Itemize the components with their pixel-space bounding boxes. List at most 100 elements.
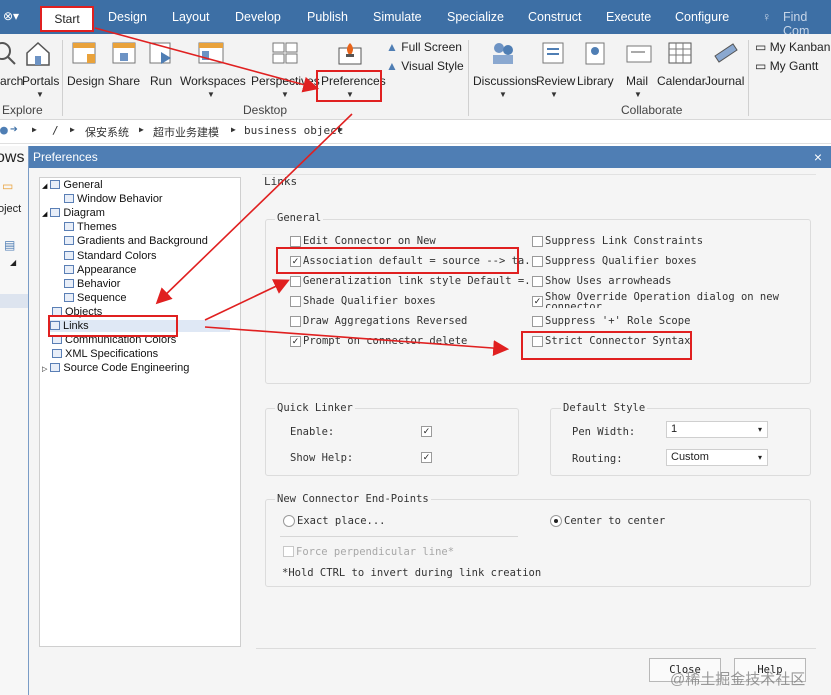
tree-item-label: General bbox=[63, 179, 103, 191]
tab-execute[interactable]: Execute bbox=[606, 10, 651, 24]
option-label: Strict Connector Syntax bbox=[545, 335, 691, 347]
highlight-links-tree-item bbox=[48, 315, 178, 337]
tab-publish[interactable]: Publish bbox=[307, 10, 348, 24]
tree-item-behavior[interactable]: Behavior bbox=[64, 278, 120, 290]
expand-icon[interactable]: ◢ bbox=[42, 211, 47, 218]
tab-layout[interactable]: Layout bbox=[172, 10, 210, 24]
routing-select[interactable]: Custom ▾ bbox=[666, 449, 768, 466]
expand-icon[interactable]: ◢ bbox=[42, 183, 47, 190]
browser-panel-fragment: ows ▭ oject ▤ ◢ bbox=[0, 146, 28, 695]
option-checkbox-show-override-operation-dialog-on-new-connector[interactable]: ✓ bbox=[532, 296, 543, 307]
page-icon bbox=[64, 264, 74, 274]
calendar-button[interactable]: Calendar bbox=[657, 74, 706, 88]
page-icon bbox=[64, 278, 74, 288]
chevron-down-icon: ▼ bbox=[207, 90, 215, 99]
library-button[interactable]: Library bbox=[577, 74, 614, 88]
expand-icon[interactable]: ▷ bbox=[42, 366, 47, 373]
option-checkbox-generalization-link-style-default[interactable] bbox=[290, 276, 301, 287]
tab-configure[interactable]: Configure bbox=[675, 10, 729, 24]
general-group-title: General bbox=[275, 212, 324, 224]
pen-width-select[interactable]: 1 ▾ bbox=[666, 421, 768, 438]
enable-checkbox[interactable]: ✓ bbox=[421, 426, 432, 437]
breadcrumb-root[interactable]: / bbox=[52, 124, 59, 137]
option-checkbox-suppress-qualifier-boxes[interactable] bbox=[532, 256, 543, 267]
option-checkbox-shade-qualifier-boxes[interactable] bbox=[290, 296, 301, 307]
search-button[interactable]: arch bbox=[0, 74, 23, 88]
option-checkbox-show-uses-arrowheads[interactable] bbox=[532, 276, 543, 287]
full-screen-button[interactable]: ▲ Full Screen bbox=[386, 40, 462, 54]
review-button[interactable]: Review bbox=[536, 74, 575, 88]
close-icon[interactable]: × bbox=[814, 146, 822, 168]
option-checkbox-association-default-source-ta[interactable]: ✓ bbox=[290, 256, 301, 267]
my-gantt-button[interactable]: ▭ My Gantt bbox=[755, 59, 818, 73]
tree-item-standard-colors[interactable]: Standard Colors bbox=[64, 250, 157, 262]
pen-width-value: 1 bbox=[671, 423, 678, 435]
tab-start[interactable]: Start bbox=[40, 6, 94, 32]
visual-style-label: Visual Style bbox=[401, 59, 464, 73]
tree-item-label: Source Code Engineering bbox=[63, 362, 190, 375]
tab-fragment[interactable]: oject bbox=[0, 203, 21, 215]
show-help-checkbox[interactable]: ✓ bbox=[421, 452, 432, 463]
tree-item-label: Gradients and Background bbox=[77, 235, 208, 248]
share-icon bbox=[112, 42, 136, 64]
breadcrumb-item[interactable]: 保安系统 bbox=[85, 124, 129, 140]
package-icon: ▤ bbox=[4, 238, 16, 252]
tab-design[interactable]: Design bbox=[108, 10, 147, 24]
dialog-title-bar: Preferences × bbox=[29, 146, 831, 168]
chevron-right-icon: ▶ bbox=[70, 125, 75, 134]
visual-style-button[interactable]: ▲ Visual Style bbox=[386, 59, 464, 73]
option-label: Prompt on connector delete bbox=[303, 335, 468, 347]
exact-place-radio[interactable] bbox=[283, 515, 295, 527]
center-to-center-radio[interactable] bbox=[550, 515, 562, 527]
portals-button[interactable]: Portals bbox=[22, 74, 59, 88]
tree-item-xml-specifications[interactable]: XML Specifications bbox=[52, 348, 158, 360]
tree-item-window-behavior[interactable]: Window Behavior bbox=[64, 193, 163, 205]
journal-button[interactable]: Journal bbox=[705, 74, 744, 88]
app-menu-icon[interactable]: ⊗▾ bbox=[3, 9, 19, 23]
option-checkbox-strict-connector-syntax[interactable] bbox=[532, 336, 543, 347]
nav-go-icon[interactable]: ➔ bbox=[10, 122, 18, 137]
breadcrumb-item[interactable]: business object bbox=[244, 124, 343, 137]
mail-button[interactable]: Mail bbox=[626, 74, 648, 88]
workspaces-button[interactable]: Workspaces bbox=[180, 74, 246, 88]
tree-item-gradients-and-background[interactable]: Gradients and Background bbox=[64, 235, 208, 247]
chevron-down-icon: ▼ bbox=[499, 90, 507, 99]
my-kanban-button[interactable]: ▭ My Kanban bbox=[755, 40, 830, 54]
expand-icon[interactable]: ◢ bbox=[10, 258, 16, 267]
tree-item-diagram[interactable]: ◢ Diagram bbox=[42, 207, 105, 219]
folder-icon: ▭ bbox=[2, 179, 14, 193]
tab-develop[interactable]: Develop bbox=[235, 10, 281, 24]
divider bbox=[280, 536, 518, 537]
nav-forward-icon[interactable]: ● bbox=[0, 123, 8, 138]
option-checkbox-suppress-role-scope[interactable] bbox=[532, 316, 543, 327]
tree-item-source-code-engineering[interactable]: ▷ Source Code Engineering bbox=[42, 362, 189, 374]
selected-row bbox=[0, 294, 28, 308]
tree-item-appearance[interactable]: Appearance bbox=[64, 264, 136, 276]
option-checkbox-edit-connector-on-new[interactable] bbox=[290, 236, 301, 247]
force-perpendicular-checkbox[interactable] bbox=[283, 546, 294, 557]
tree-item-sequence[interactable]: Sequence bbox=[64, 292, 127, 304]
run-button[interactable]: Run bbox=[150, 74, 172, 88]
full-screen-label: Full Screen bbox=[401, 40, 462, 54]
panel-title-fragment: ows bbox=[0, 149, 25, 166]
perspectives-icon bbox=[272, 42, 298, 64]
share-button[interactable]: Share bbox=[108, 74, 140, 88]
option-checkbox-suppress-link-constraints[interactable] bbox=[532, 236, 543, 247]
my-gantt-label: My Gantt bbox=[769, 59, 819, 73]
design-button[interactable]: Design bbox=[67, 74, 104, 88]
tree-item-themes[interactable]: Themes bbox=[64, 221, 117, 233]
option-label: Suppress Qualifier boxes bbox=[545, 255, 697, 267]
default-style-title: Default Style bbox=[561, 402, 648, 414]
discussions-icon bbox=[493, 43, 513, 64]
discussions-button[interactable]: Discussions bbox=[473, 74, 537, 88]
tab-specialize[interactable]: Specialize bbox=[447, 10, 504, 24]
breadcrumb-item[interactable]: 超市业务建模 bbox=[153, 124, 219, 140]
option-checkbox-draw-aggregations-reversed[interactable] bbox=[290, 316, 301, 327]
tab-construct[interactable]: Construct bbox=[528, 10, 582, 24]
perspectives-button[interactable]: Perspectives bbox=[251, 74, 320, 88]
tree-item-general[interactable]: ◢ General bbox=[42, 179, 103, 191]
tab-simulate[interactable]: Simulate bbox=[373, 10, 422, 24]
option-checkbox-prompt-on-connector-delete[interactable]: ✓ bbox=[290, 336, 301, 347]
chevron-down-icon: ▾ bbox=[757, 453, 762, 462]
pen-width-label: Pen Width: bbox=[572, 426, 636, 438]
